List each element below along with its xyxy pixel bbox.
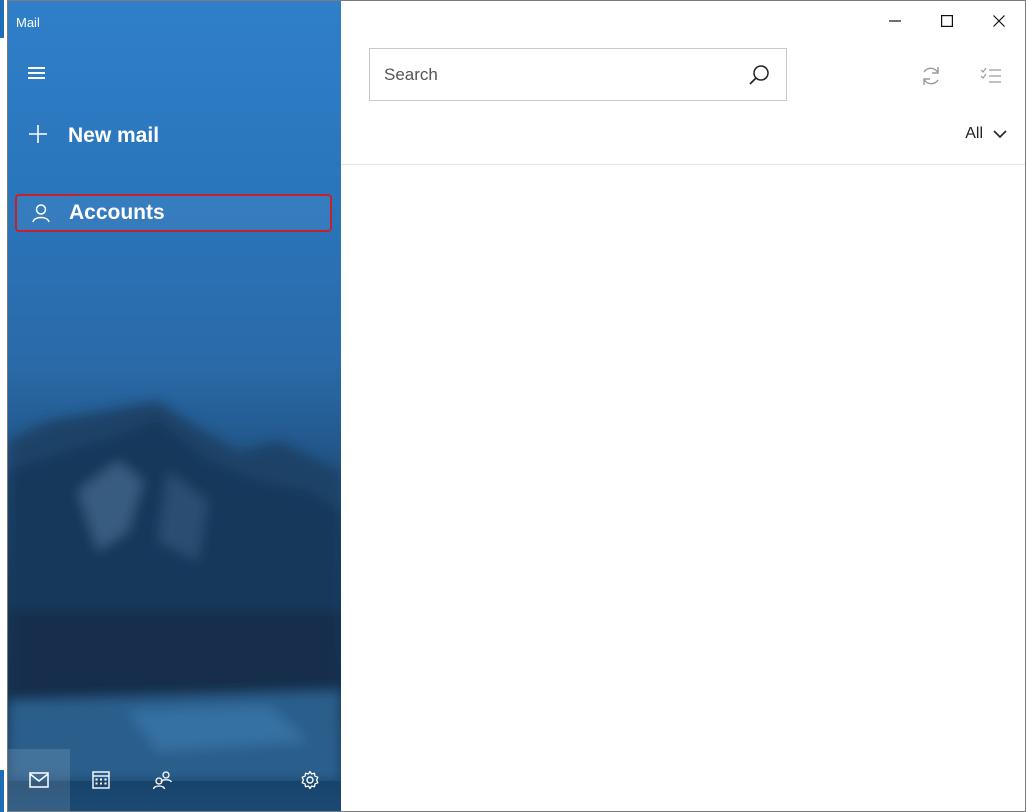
people-icon [152,771,173,790]
desktop-edge-bottom [0,770,4,812]
new-mail-button[interactable]: New mail [20,115,330,157]
minimize-icon [889,20,901,22]
checklist-icon [980,67,1001,83]
app-title: Mail [16,15,40,30]
close-button[interactable] [973,1,1025,41]
bottom-nav-bar [8,749,341,811]
search-button[interactable] [732,49,786,100]
selection-mode-button[interactable] [971,56,1011,96]
person-icon [27,203,55,223]
filter-dropdown[interactable]: All [965,125,1007,143]
mail-window: Mail New mail Accounts Search All [7,0,1026,812]
calendar-icon [92,771,110,789]
mountain-background [8,401,341,781]
new-mail-label: New mail [68,124,160,147]
desktop-edge-top [0,0,4,38]
search-icon [749,64,769,85]
hamburger-line [28,72,45,74]
accounts-label: Accounts [69,201,165,224]
accounts-button[interactable]: Accounts [15,194,332,232]
chevron-down-icon [993,130,1007,139]
maximize-button[interactable] [921,1,973,41]
gear-icon [301,770,319,790]
hamburger-line [28,77,45,79]
window-controls [869,1,1025,41]
mail-nav-button[interactable] [8,749,70,811]
sync-button[interactable] [911,56,951,96]
maximize-icon [941,15,953,27]
settings-nav-button[interactable] [279,749,341,811]
close-icon [993,15,1005,27]
hamburger-menu-button[interactable] [26,61,50,85]
mail-icon [29,772,49,788]
search-box [369,48,787,101]
filter-label: All [965,125,983,142]
plus-icon [20,121,56,151]
calendar-nav-button[interactable] [70,749,132,811]
message-list-pane: All [341,1,1025,811]
minimize-button[interactable] [869,1,921,41]
search-input[interactable] [370,49,732,100]
sync-icon [923,67,939,85]
people-nav-button[interactable] [132,749,194,811]
hamburger-line [28,67,45,69]
divider [341,164,1025,165]
desktop-background [0,0,7,812]
sidebar: Mail New mail Accounts [8,1,341,811]
